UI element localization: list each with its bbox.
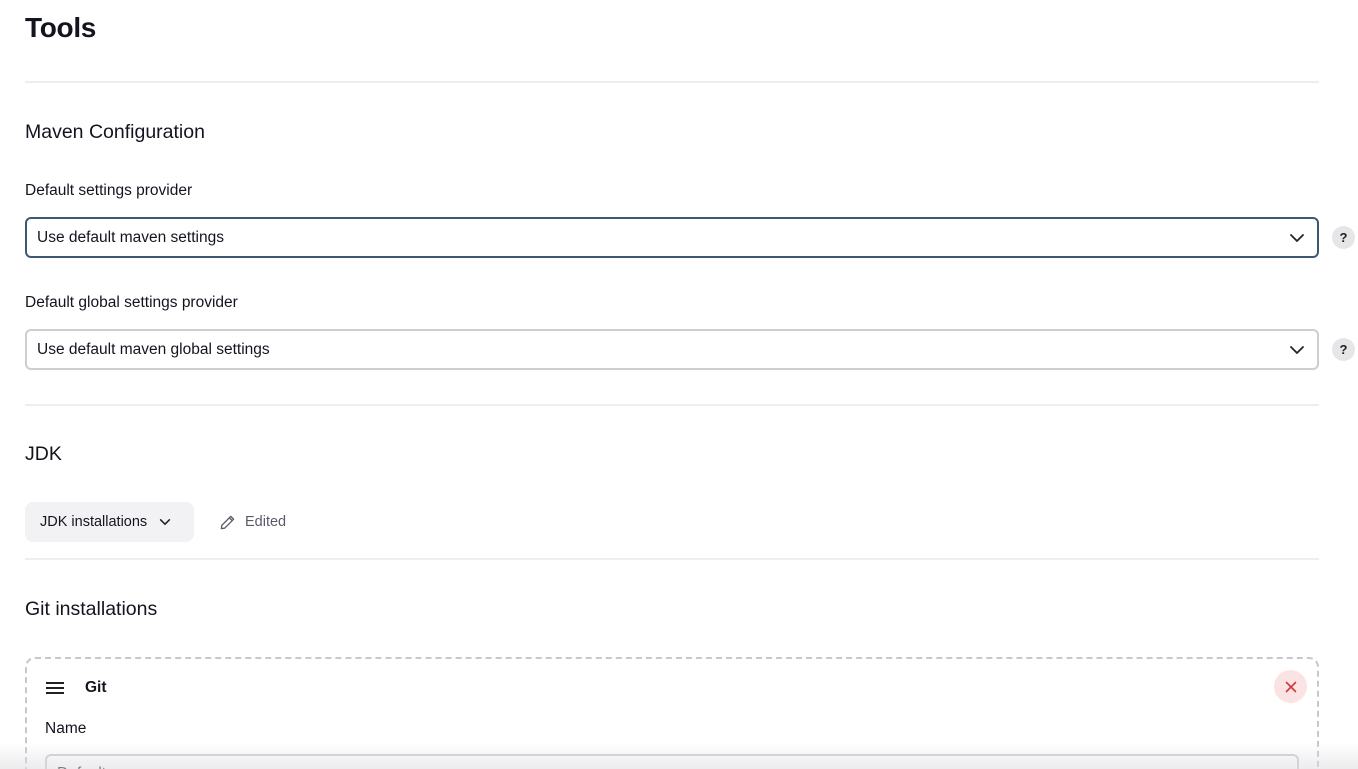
chevron-down-icon xyxy=(1290,346,1304,354)
default-settings-value: Use default maven settings xyxy=(37,228,224,246)
git-card-title: Git xyxy=(85,679,107,696)
chevron-down-icon xyxy=(1290,234,1304,242)
git-name-label: Name xyxy=(45,720,87,737)
divider xyxy=(25,81,1319,83)
default-global-settings-label: Default global settings provider xyxy=(25,294,238,311)
remove-button[interactable] xyxy=(1274,670,1307,703)
divider xyxy=(25,558,1319,560)
edited-label: Edited xyxy=(245,514,287,530)
default-global-settings-value: Use default maven global settings xyxy=(37,340,270,358)
close-icon xyxy=(1285,681,1296,692)
chevron-down-icon xyxy=(160,519,171,525)
git-installation-card: Git Name xyxy=(25,657,1319,769)
jdk-installations-label: JDK installations xyxy=(40,514,148,530)
section-title-maven: Maven Configuration xyxy=(25,121,205,143)
default-global-settings-select[interactable]: Use default maven global settings xyxy=(25,329,1319,370)
pencil-icon xyxy=(220,515,235,529)
help-icon[interactable]: ? xyxy=(1332,338,1355,361)
jdk-installations-button[interactable]: JDK installations xyxy=(25,502,194,542)
git-name-input[interactable] xyxy=(45,754,1299,769)
edited-indicator: Edited xyxy=(219,512,286,532)
default-settings-label: Default settings provider xyxy=(25,182,193,199)
section-title-jdk: JDK xyxy=(25,443,62,465)
drag-handle-icon[interactable] xyxy=(46,682,64,695)
help-icon[interactable]: ? xyxy=(1332,226,1355,249)
tools-page: Tools Maven Configuration Default settin… xyxy=(0,0,1358,769)
divider xyxy=(25,404,1319,406)
default-settings-select[interactable]: Use default maven settings xyxy=(25,217,1319,258)
page-title: Tools xyxy=(25,12,97,43)
section-title-git: Git installations xyxy=(25,598,158,620)
